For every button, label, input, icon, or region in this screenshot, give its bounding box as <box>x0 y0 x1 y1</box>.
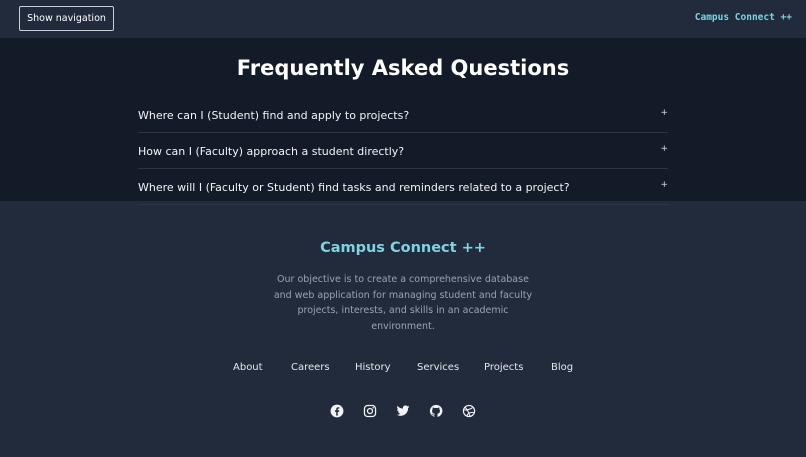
footer-link-blog[interactable]: Blog <box>551 362 573 373</box>
footer-links: About Careers History Services Projects … <box>0 362 806 378</box>
faq-section: Frequently Asked Questions Where can I (… <box>0 38 806 205</box>
header-brand[interactable]: Campus Connect ++ <box>695 12 792 23</box>
expand-plus-icon[interactable]: + <box>660 180 668 190</box>
instagram-icon[interactable] <box>363 404 377 418</box>
faq-question: Where will I (Faculty or Student) find t… <box>138 181 570 194</box>
faq-question: Where can I (Student) find and apply to … <box>138 109 410 122</box>
footer-link-services[interactable]: Services <box>417 362 459 373</box>
github-icon[interactable] <box>429 404 443 418</box>
expand-plus-icon[interactable]: + <box>660 108 668 118</box>
footer-link-careers[interactable]: Careers <box>291 362 330 373</box>
footer-link-history[interactable]: History <box>355 362 391 373</box>
twitter-icon[interactable] <box>396 404 410 418</box>
top-bar: Show navigation Campus Connect ++ <box>0 0 806 38</box>
faq-title: Frequently Asked Questions <box>236 56 570 80</box>
footer-link-about[interactable]: About <box>233 362 263 373</box>
footer-link-projects[interactable]: Projects <box>484 362 523 373</box>
dribbble-icon[interactable] <box>462 404 476 418</box>
faq-item[interactable]: Where will I (Faculty or Student) find t… <box>138 169 668 205</box>
faq-item[interactable]: How can I (Faculty) approach a student d… <box>138 133 668 169</box>
footer-description: Our objective is to create a comprehensi… <box>273 274 533 332</box>
show-navigation-button[interactable]: Show navigation <box>19 6 114 31</box>
faq-item[interactable]: Where can I (Student) find and apply to … <box>138 97 668 133</box>
faq-question: How can I (Faculty) approach a student d… <box>138 145 405 158</box>
expand-plus-icon[interactable]: + <box>660 144 668 154</box>
facebook-icon[interactable] <box>330 404 344 418</box>
footer-brand: Campus Connect ++ <box>320 240 486 256</box>
